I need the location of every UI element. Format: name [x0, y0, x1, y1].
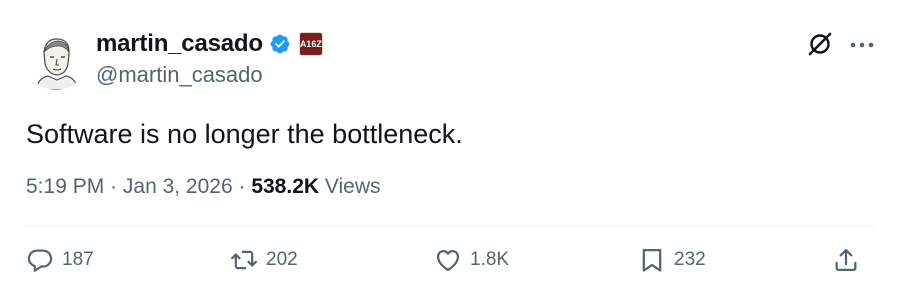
- grok-icon[interactable]: [806, 30, 834, 58]
- meta-separator: ·: [104, 175, 123, 198]
- reply-button[interactable]: 187: [26, 246, 94, 274]
- avatar[interactable]: [26, 30, 86, 90]
- views-count[interactable]: 538.2K: [251, 175, 319, 199]
- repost-count: 202: [266, 249, 298, 270]
- author-handle[interactable]: @martin_casado: [96, 62, 263, 88]
- meta-separator: ·: [232, 175, 252, 198]
- affiliation-badge[interactable]: A16Z: [298, 32, 323, 56]
- reply-icon: [27, 249, 53, 272]
- author-name-row: martin_casado A16Z: [96, 30, 323, 58]
- tweet-card: martin_casado A16Z @martin_casado Softwa…: [0, 0, 900, 296]
- divider: [26, 226, 874, 227]
- share-icon: [835, 248, 857, 272]
- like-icon: [436, 250, 460, 272]
- bookmark-icon: [642, 248, 662, 272]
- bookmark-button[interactable]: 232: [638, 246, 706, 274]
- like-count: 1.8K: [470, 249, 510, 270]
- repost-button[interactable]: 202: [230, 246, 298, 274]
- action-bar: 187 202 1.8K 232: [26, 246, 874, 286]
- verified-badge-icon[interactable]: [269, 33, 291, 55]
- bookmark-count: 232: [674, 249, 706, 270]
- more-icon[interactable]: [848, 34, 876, 56]
- author-display-name[interactable]: martin_casado: [96, 30, 263, 58]
- tweet-meta: 5:19 PM · Jan 3, 2026 · 538.2K Views: [26, 175, 381, 199]
- tweet-time[interactable]: 5:19 PM: [26, 175, 104, 199]
- like-button[interactable]: 1.8K: [434, 246, 509, 274]
- repost-icon: [230, 250, 258, 270]
- share-button[interactable]: [832, 246, 860, 274]
- tweet-date[interactable]: Jan 3, 2026: [123, 175, 233, 199]
- reply-count: 187: [62, 249, 94, 270]
- tweet-text: Software is no longer the bottleneck.: [26, 119, 463, 149]
- avatar-sketch-image: [26, 30, 86, 90]
- views-label: Views: [319, 175, 381, 198]
